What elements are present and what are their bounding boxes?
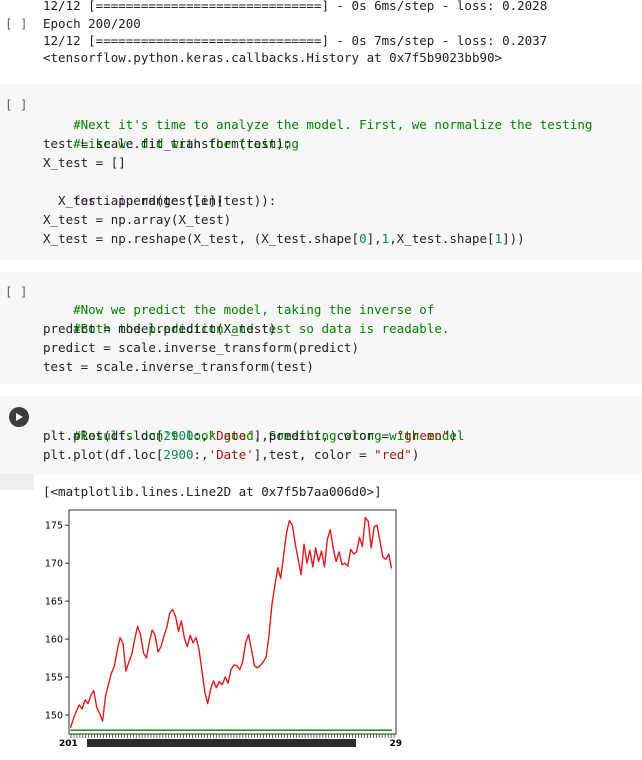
chart-svg: 150 155 160 165 170 175 201 29 <box>45 509 402 749</box>
code-line[interactable]: #Results don't look good. Something wron… <box>43 407 464 443</box>
matplotlib-line-chart: 150 155 160 165 170 175 201 29 <box>44 507 424 749</box>
code-line[interactable]: #Like we did with the training <box>43 115 299 151</box>
run-cell-button[interactable] <box>9 407 29 427</box>
x-tick-label-end: 29 <box>389 739 402 747</box>
cell-run-bracket[interactable]: [ ] <box>5 97 28 112</box>
code-line[interactable]: predict = scale.inverse_transform(predic… <box>43 338 359 357</box>
y-tick-label: 150 <box>45 711 63 722</box>
code-line[interactable]: test = scale.inverse_transform(test) <box>43 357 314 376</box>
play-icon <box>16 413 23 421</box>
code-line[interactable]: X_test = np.reshape(X_test, (X_test.shap… <box>43 229 525 248</box>
code-line[interactable]: #Now we predict the model, taking the in… <box>43 281 434 317</box>
cell-output-text: [<matplotlib.lines.Line2D at 0x7f5b7aa00… <box>43 484 382 499</box>
plot-frame <box>68 509 397 735</box>
y-tick-label: 175 <box>45 521 63 532</box>
code-line[interactable]: #Both the prediction and test so data is… <box>43 300 449 336</box>
cell-run-bracket[interactable]: [ ] <box>5 284 28 299</box>
y-tick-label: 160 <box>45 635 63 646</box>
code-cell-normalize[interactable]: [ ] #Next it's time to analyze the model… <box>0 84 642 260</box>
code-line[interactable]: plt.plot(df.loc[2900:,'Date'],predict, c… <box>43 426 457 445</box>
code-line[interactable]: test = scale.fit_transform(test); <box>43 134 291 153</box>
code-line[interactable]: X_test.append(test[i]) <box>43 191 224 210</box>
code-line[interactable]: X_test = [] <box>43 153 126 172</box>
code-line-for-loop[interactable]: for i in range (len(test)): <box>43 172 276 208</box>
code-line[interactable]: X_test = np.array(X_test) <box>43 210 231 229</box>
code-cell-plot-results[interactable]: #Results don't look good. Something wron… <box>0 396 642 474</box>
cell-gutter <box>0 474 34 490</box>
code-line[interactable]: #Next it's time to analyze the model. Fi… <box>43 96 592 132</box>
y-tick-label: 155 <box>45 673 63 684</box>
code-cell-predict[interactable]: [ ] #Now we predict the model, taking th… <box>0 272 642 384</box>
y-tick-label: 165 <box>45 597 63 608</box>
code-line[interactable]: plt.plot(df.loc[2900:,'Date'],test, colo… <box>43 445 419 464</box>
x-tick-label-band <box>87 739 356 747</box>
history-object-output: <tensorflow.python.keras.callbacks.Histo… <box>43 50 503 65</box>
code-line[interactable]: predict = model.predict(X_test) <box>43 319 276 338</box>
y-tick-label: 170 <box>45 559 63 570</box>
training-log-line-1: 12/12 [==============================] -… <box>43 0 548 13</box>
x-tick-label-start: 201 <box>59 739 78 747</box>
output-bracket: [ ] <box>5 16 28 31</box>
